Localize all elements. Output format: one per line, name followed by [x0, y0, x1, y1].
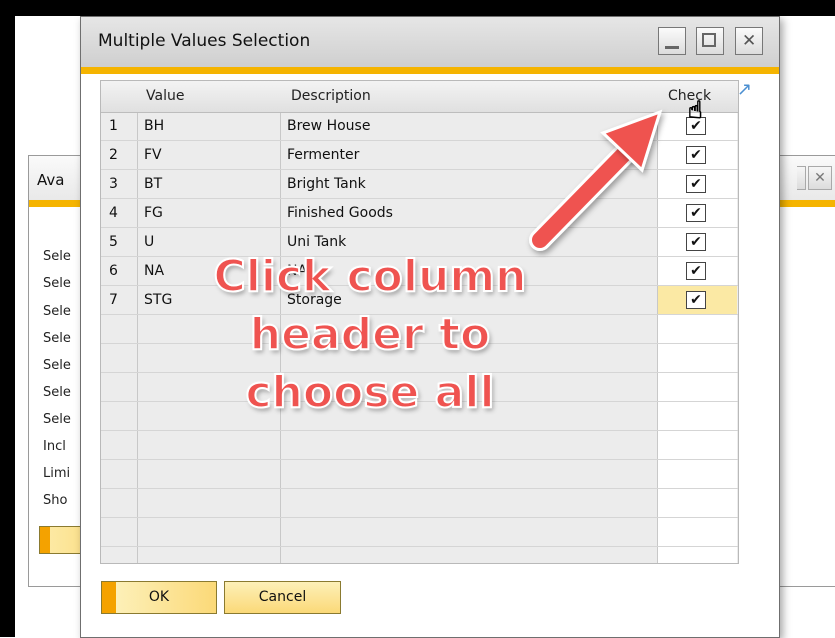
- dialog-titlebar: Multiple Values Selection ✕: [81, 17, 779, 68]
- background-label: Sele: [43, 276, 71, 291]
- row-checkbox[interactable]: ✔: [686, 291, 706, 309]
- value-cell[interactable]: STG: [144, 292, 172, 308]
- row-number: 7: [109, 292, 118, 308]
- row-number: 1: [109, 118, 118, 134]
- empty-row: [101, 460, 738, 489]
- background-label: Sele: [43, 358, 71, 373]
- row-number: 4: [109, 205, 118, 221]
- background-label: Sho: [43, 493, 68, 508]
- minimize-icon: [665, 46, 679, 49]
- empty-row: [101, 431, 738, 460]
- empty-row: [101, 518, 738, 547]
- annotation-line: choose all: [244, 366, 495, 419]
- description-column-header[interactable]: Description: [291, 88, 371, 104]
- description-cell[interactable]: Bright Tank: [287, 176, 366, 192]
- value-cell[interactable]: U: [144, 234, 154, 250]
- row-number: 2: [109, 147, 118, 163]
- background-label: Sele: [43, 385, 71, 400]
- grid-header-row: Value Description Check: [101, 81, 738, 113]
- value-cell[interactable]: BH: [144, 118, 164, 134]
- background-close-button[interactable]: ✕: [808, 166, 832, 190]
- description-cell[interactable]: Finished Goods: [287, 205, 393, 221]
- close-button[interactable]: ✕: [735, 27, 763, 55]
- description-cell[interactable]: Brew House: [287, 118, 370, 134]
- background-label: Sele: [43, 412, 71, 427]
- ok-button[interactable]: OK: [101, 581, 217, 614]
- cancel-button[interactable]: Cancel: [224, 581, 341, 614]
- dialog-accent-bar: [81, 67, 779, 74]
- row-number: 6: [109, 263, 118, 279]
- background-label: Sele: [43, 249, 71, 264]
- value-cell[interactable]: BT: [144, 176, 162, 192]
- description-cell[interactable]: Fermenter: [287, 147, 359, 163]
- mouse-cursor-icon: ☝: [688, 96, 704, 125]
- row-number: 3: [109, 176, 118, 192]
- value-cell[interactable]: FV: [144, 147, 162, 163]
- row-checkbox[interactable]: ✔: [686, 204, 706, 222]
- row-checkbox[interactable]: ✔: [686, 146, 706, 164]
- expand-grid-icon[interactable]: ↗: [737, 79, 752, 100]
- value-cell[interactable]: FG: [144, 205, 163, 221]
- value-column-header[interactable]: Value: [146, 88, 184, 104]
- annotation-line: header to: [249, 308, 491, 361]
- empty-row: [101, 489, 738, 518]
- row-checkbox[interactable]: ✔: [686, 175, 706, 193]
- background-window-title: Ava: [37, 171, 65, 189]
- minimize-button[interactable]: [658, 27, 686, 55]
- row-checkbox[interactable]: ✔: [686, 262, 706, 280]
- table-row[interactable]: 1 BH Brew House ✔: [101, 112, 738, 141]
- table-row[interactable]: 4 FG Finished Goods ✔: [101, 199, 738, 228]
- table-row[interactable]: 3 BT Bright Tank ✔: [101, 170, 738, 199]
- close-icon: ✕: [742, 31, 757, 51]
- annotation-text: Click column header to choose all: [180, 248, 560, 422]
- maximize-icon: [702, 33, 716, 47]
- maximize-button[interactable]: [696, 27, 724, 55]
- value-cell[interactable]: NA: [144, 263, 164, 279]
- row-checkbox[interactable]: ✔: [686, 233, 706, 251]
- background-label: Incl: [43, 439, 66, 454]
- background-label: Sele: [43, 331, 71, 346]
- annotation-line: Click column: [212, 250, 527, 303]
- background-label: Limi: [43, 466, 71, 481]
- row-number: 5: [109, 234, 118, 250]
- dialog-title: Multiple Values Selection: [98, 31, 311, 51]
- table-row[interactable]: 2 FV Fermenter ✔: [101, 141, 738, 170]
- background-label: Sele: [43, 304, 71, 319]
- background-maximize-button[interactable]: [797, 166, 806, 190]
